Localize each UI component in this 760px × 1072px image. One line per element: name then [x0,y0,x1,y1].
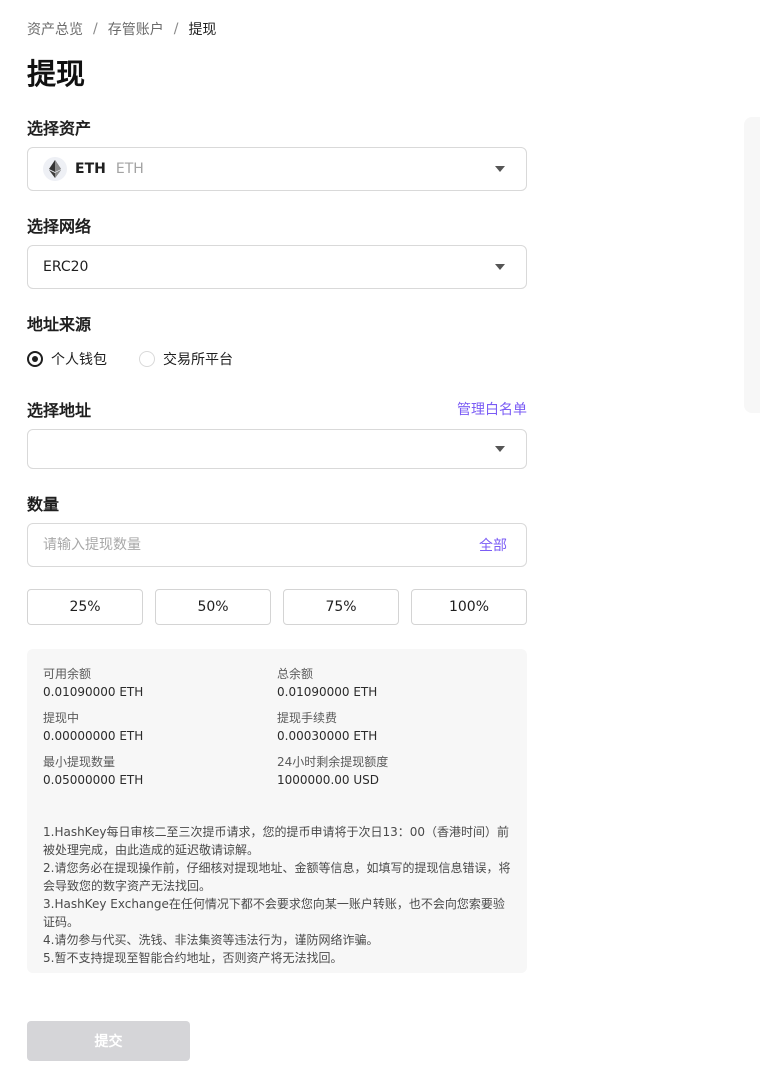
min-withdraw-amount: 最小提现数量 0.05000000 ETH [43,753,277,789]
note-item: 4.请勿参与代买、洗钱、非法集资等违法行为，谨防网络诈骗。 [43,933,379,947]
radio-unchecked-icon[interactable] [139,351,155,367]
radio-label: 个人钱包 [51,352,107,368]
page-title: 提现 [27,57,86,91]
info-key: 提现中 [43,711,80,725]
network-label: 选择网络 [27,217,92,236]
breadcrumb-separator: / [93,21,98,37]
info-value: 0.00000000 ETH [43,729,144,743]
withdrawing-amount: 提现中 0.00000000 ETH [43,709,277,745]
radio-personal-wallet[interactable]: 个人钱包 [27,349,107,369]
amount-field: 全部 [27,523,527,567]
radio-label: 交易所平台 [163,352,233,368]
info-key: 提现手续费 [277,711,338,725]
side-panel [744,117,760,413]
address-source-label: 地址来源 [27,315,92,334]
withdraw-notes: 1.HashKey每日审核二至三次提币请求，您的提币申请将于次日13：00（香港… [43,823,511,967]
info-value: 0.05000000 ETH [43,773,144,787]
note-item: 2.请您务必在提现操作前，仔细核对提现地址、金额等信息，如填写的提现信息错误，将… [43,861,511,893]
breadcrumb-separator: / [173,21,179,37]
breadcrumb: 资产总览 / 存管账户 / 提现 [27,19,216,39]
manage-whitelist-link[interactable]: 管理白名单 [457,399,527,419]
radio-checked-icon[interactable] [27,351,43,367]
amount-input[interactable] [43,537,479,553]
all-amount-button[interactable]: 全部 [479,535,507,555]
withdraw-info-panel: 可用余额 0.01090000 ETH 总余额 0.01090000 ETH 提… [27,649,527,973]
chevron-down-icon [495,264,505,270]
note-item: 3.HashKey Exchange在任何情况下都不会要求您向某一账户转账，也不… [43,897,505,929]
info-value: 0.01090000 ETH [277,685,378,699]
percent-button-row: 25% 50% 75% 100% [27,589,527,625]
address-source-radio-group: 个人钱包 交易所平台 [27,349,265,369]
percent-50-button[interactable]: 50% [155,589,271,625]
total-balance: 总余额 0.01090000 ETH [277,665,497,701]
amount-label: 数量 [27,495,60,514]
info-key: 24小时剩余提现额度 [277,755,389,769]
info-key: 最小提现数量 [43,755,116,769]
withdraw-fee: 提现手续费 0.00030000 ETH [277,709,497,745]
address-select[interactable] [27,429,527,469]
daily-remaining-limit: 24小时剩余提现额度 1000000.00 USD [277,753,497,789]
address-label: 选择地址 [27,401,92,420]
info-key: 可用余额 [43,667,92,681]
percent-75-button[interactable]: 75% [283,589,399,625]
asset-name: ETH [115,161,144,177]
balance-grid: 可用余额 0.01090000 ETH 总余额 0.01090000 ETH 提… [43,665,511,789]
radio-exchange-platform[interactable]: 交易所平台 [139,349,233,369]
info-value: 0.01090000 ETH [43,685,144,699]
available-balance: 可用余额 0.01090000 ETH [43,665,277,701]
asset-symbol: ETH [75,161,106,177]
info-value: 1000000.00 USD [277,773,379,787]
note-item: 1.HashKey每日审核二至三次提币请求，您的提币申请将于次日13：00（香港… [43,825,509,857]
asset-select[interactable]: ETH ETH [27,147,527,191]
submit-button[interactable]: 提交 [27,1021,190,1061]
percent-100-button[interactable]: 100% [411,589,527,625]
note-item: 5.暂不支持提现至智能合约地址，否则资产将无法找回。 [43,951,343,965]
breadcrumb-custody-account[interactable]: 存管账户 [108,19,164,39]
breadcrumb-asset-overview[interactable]: 资产总览 [27,19,83,39]
info-key: 总余额 [277,667,314,681]
chevron-down-icon [495,446,505,452]
eth-icon [43,157,67,181]
asset-label: 选择资产 [27,119,92,138]
percent-25-button[interactable]: 25% [27,589,143,625]
network-select[interactable]: ERC20 [27,245,527,289]
network-value: ERC20 [43,259,89,275]
info-value: 0.00030000 ETH [277,729,378,743]
breadcrumb-current: 提现 [188,22,217,38]
chevron-down-icon [495,166,505,172]
